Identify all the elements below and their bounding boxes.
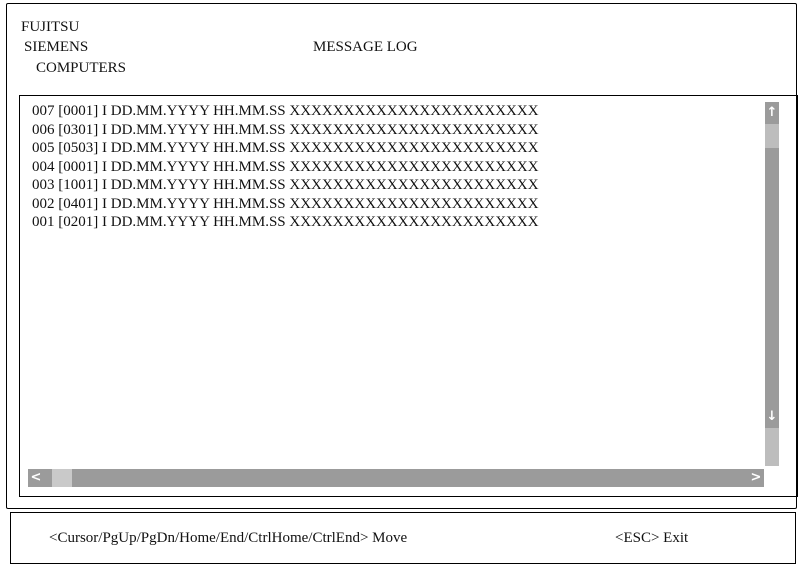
exit-key-hint: <ESC> Exit: [615, 530, 689, 546]
horizontal-scroll-thumb[interactable]: [52, 469, 72, 487]
brand-line-siemens: SIEMENS: [24, 39, 89, 55]
log-entry[interactable]: 003 [1001] I DD.MM.YYYY HH.MM.SS XXXXXXX…: [32, 176, 752, 195]
log-entry[interactable]: 007 [0001] I DD.MM.YYYY HH.MM.SS XXXXXXX…: [32, 102, 752, 121]
page-title: MESSAGE LOG: [313, 39, 418, 55]
log-entry[interactable]: 001 [0201] I DD.MM.YYYY HH.MM.SS XXXXXXX…: [32, 213, 752, 232]
message-log-window: FUJITSU SIEMENS COMPUTERS MESSAGE LOG 00…: [6, 3, 798, 509]
scroll-up-arrow-icon[interactable]: ↑: [765, 102, 779, 124]
log-entry[interactable]: 004 [0001] I DD.MM.YYYY HH.MM.SS XXXXXXX…: [32, 158, 752, 177]
scroll-down-arrow-icon[interactable]: ↓: [765, 406, 779, 428]
key-hint-bar: <Cursor/PgUp/PgDn/Home/End/CtrlHome/Ctrl…: [10, 512, 796, 564]
log-panel[interactable]: 007 [0001] I DD.MM.YYYY HH.MM.SS XXXXXXX…: [19, 95, 798, 497]
log-entry[interactable]: 002 [0401] I DD.MM.YYYY HH.MM.SS XXXXXXX…: [32, 195, 752, 214]
horizontal-scrollbar[interactable]: < >: [28, 469, 764, 487]
scroll-left-arrow-icon[interactable]: <: [28, 469, 44, 487]
header: FUJITSU SIEMENS COMPUTERS MESSAGE LOG: [7, 4, 796, 92]
vertical-scrollbar[interactable]: ↑ ↓: [765, 102, 779, 466]
log-list: 007 [0001] I DD.MM.YYYY HH.MM.SS XXXXXXX…: [32, 102, 752, 232]
scroll-right-arrow-icon[interactable]: >: [748, 469, 764, 487]
horizontal-scroll-track[interactable]: [28, 469, 764, 487]
brand-line-fujitsu: FUJITSU: [21, 19, 80, 35]
brand-line-computers: COMPUTERS: [36, 60, 127, 76]
move-keys-hint: <Cursor/PgUp/PgDn/Home/End/CtrlHome/Ctrl…: [49, 530, 408, 546]
log-entry[interactable]: 005 [0503] I DD.MM.YYYY HH.MM.SS XXXXXXX…: [32, 139, 752, 158]
log-entry[interactable]: 006 [0301] I DD.MM.YYYY HH.MM.SS XXXXXXX…: [32, 121, 752, 140]
vertical-scroll-thumb[interactable]: [765, 148, 779, 426]
